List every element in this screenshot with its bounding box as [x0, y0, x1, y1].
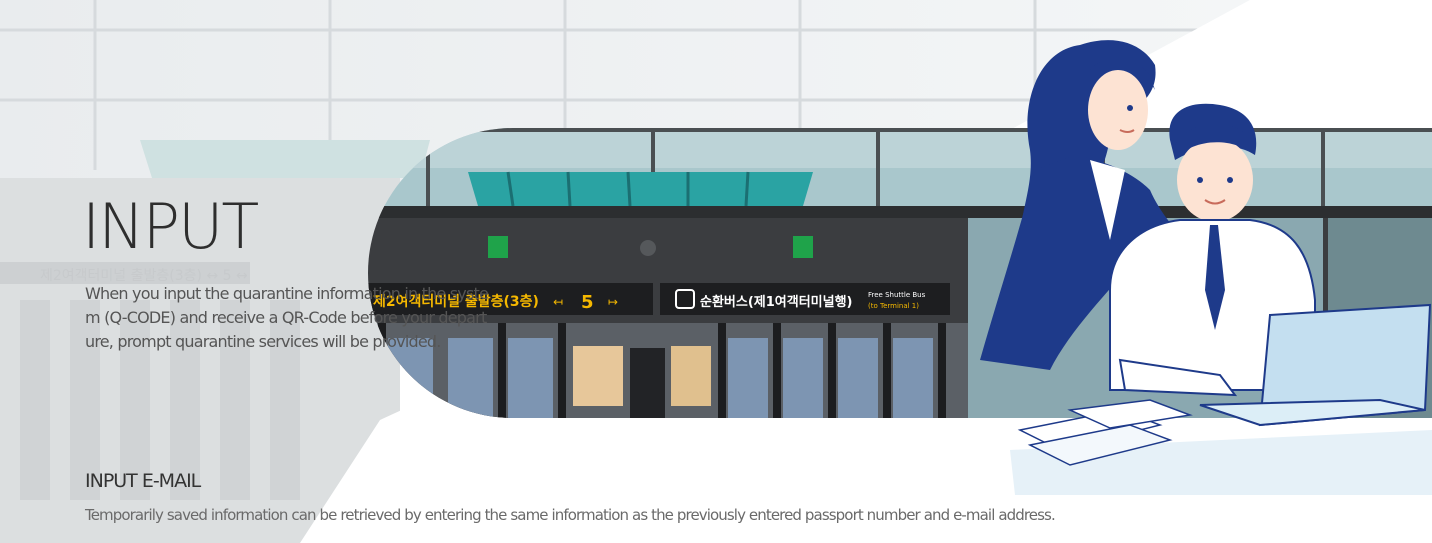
quarantine-input-banner: 제2여객터미널 출발층(3층) ↔ 5 ↔ 제2여객터미널 출발층(3층) ↤ … — [0, 0, 1432, 543]
shuttle-sign-line2: (to Terminal 1) — [868, 302, 919, 310]
gate-number-text: 5 — [581, 292, 594, 313]
page-title: INPUT — [82, 190, 259, 263]
email-section-description: Temporarily saved information can be ret… — [85, 506, 1056, 524]
shuttle-sign-line1: Free Shuttle Bus — [868, 291, 926, 299]
intro-description: When you input the quarantine informatio… — [85, 284, 489, 351]
bus-sign-text: 순환버스(제1여객터미널행) — [700, 294, 853, 310]
svg-text:↦: ↦ — [608, 295, 618, 309]
svg-text:↤: ↤ — [553, 295, 563, 309]
email-section-title: INPUT E-MAIL — [85, 470, 201, 492]
two-people-at-laptop-illustration — [980, 40, 1432, 495]
